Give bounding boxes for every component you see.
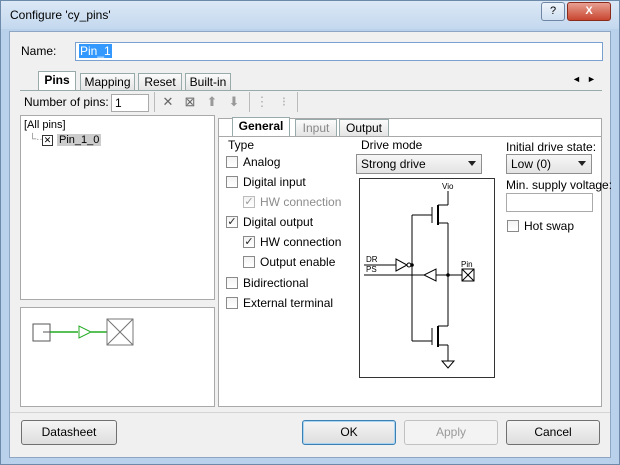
- tab-mapping[interactable]: Mapping: [80, 73, 135, 91]
- dr-label: DR: [366, 255, 378, 264]
- window-title: Configure 'cy_pins': [10, 8, 111, 22]
- min-supply-input[interactable]: [506, 193, 593, 212]
- digital-input-checkbox[interactable]: [226, 176, 238, 188]
- type-group-title: Type: [228, 138, 255, 152]
- datasheet-button[interactable]: Datasheet: [21, 420, 117, 445]
- input-hw-connection-checkbox[interactable]: ✓: [243, 196, 255, 208]
- hot-swap-checkbox[interactable]: [507, 220, 519, 232]
- schematic-svg: Vio DR PS Pin: [364, 182, 475, 369]
- help-button[interactable]: ?: [541, 2, 565, 21]
- delete-pin-icon[interactable]: ✕: [159, 93, 177, 111]
- pin-tree[interactable]: [All pins] └·· ✕ Pin_1_0: [20, 115, 215, 300]
- vio-label: Vio: [442, 182, 454, 191]
- gate-junction: [410, 263, 414, 267]
- tab-pins[interactable]: Pins: [38, 71, 76, 91]
- min-supply-label: Min. supply voltage:: [506, 178, 613, 192]
- tree-item-pin[interactable]: Pin_1_0: [57, 134, 102, 146]
- tree-root[interactable]: [All pins]: [24, 119, 66, 131]
- initial-drive-label: Initial drive state:: [506, 140, 597, 154]
- output-hw-connection-label: HW connection: [260, 235, 342, 249]
- tab-reset[interactable]: Reset: [138, 73, 182, 91]
- move-up-icon[interactable]: ⬆: [203, 93, 221, 111]
- ground-symbol: [440, 360, 456, 369]
- tab-general[interactable]: General: [232, 117, 290, 137]
- footer-divider: [10, 412, 610, 413]
- num-pins-label: Number of pins:: [24, 95, 109, 109]
- tab-built-in[interactable]: Built-in: [185, 73, 231, 91]
- dialog-body: Name: Pin_1 Pins Mapping Reset Built-in …: [9, 31, 613, 458]
- num-pins-input[interactable]: 1: [111, 94, 149, 112]
- toolbar-separator: [249, 92, 250, 112]
- ungroup-pins-icon[interactable]: ⁝: [275, 93, 293, 111]
- output-enable-label: Output enable: [260, 255, 336, 269]
- external-terminal-label: External terminal: [243, 296, 334, 310]
- output-hw-connection-checkbox[interactable]: ✓: [243, 236, 255, 248]
- analog-checkbox[interactable]: [226, 156, 238, 168]
- chevron-down-icon: [468, 161, 476, 166]
- cancel-button[interactable]: Cancel: [506, 420, 600, 445]
- close-button[interactable]: X: [567, 2, 611, 21]
- initial-drive-select[interactable]: Low (0): [506, 154, 592, 174]
- name-label: Name:: [21, 44, 57, 58]
- toolbar-separator: [297, 92, 298, 112]
- ok-button[interactable]: OK: [302, 420, 396, 445]
- preview-buffer: [78, 325, 93, 339]
- tree-connector: └··: [29, 134, 43, 145]
- bidirectional-label: Bidirectional: [243, 276, 309, 290]
- drive-mode-schematic: Vio DR PS Pin: [359, 178, 495, 378]
- drive-mode-select[interactable]: Strong drive: [356, 154, 482, 174]
- hot-swap-label: Hot swap: [524, 219, 575, 233]
- input-buffer: [395, 258, 409, 272]
- pin-label: Pin: [461, 260, 473, 269]
- output-enable-checkbox[interactable]: [243, 256, 255, 268]
- tab-input[interactable]: Input: [295, 119, 337, 137]
- tab-divider: [20, 90, 602, 91]
- apply-button[interactable]: Apply: [404, 420, 498, 445]
- group-pins-icon[interactable]: ⋮: [253, 93, 271, 111]
- name-input[interactable]: Pin_1: [75, 42, 603, 61]
- subtab-divider: [218, 136, 602, 137]
- ps-label: PS: [366, 265, 377, 274]
- digital-output-checkbox[interactable]: ✓: [226, 216, 238, 228]
- dialog-window: Configure 'cy_pins' ? X Name: Pin_1 Pins…: [0, 0, 620, 465]
- tab-output[interactable]: Output: [339, 119, 389, 137]
- name-value: Pin_1: [79, 44, 112, 58]
- preview-symbol: [32, 318, 134, 346]
- chevron-down-icon: [578, 161, 586, 166]
- pin-assign-icon[interactable]: ⊠: [181, 93, 199, 111]
- digital-input-label: Digital input: [243, 175, 306, 189]
- pin-icon: ✕: [42, 135, 53, 146]
- pin-preview: [20, 307, 215, 407]
- external-terminal-checkbox[interactable]: [226, 297, 238, 309]
- bidirectional-checkbox[interactable]: [226, 277, 238, 289]
- drive-mode-value: Strong drive: [361, 157, 426, 171]
- tab-scroll-left-icon[interactable]: ◄: [572, 74, 581, 84]
- input-hw-connection-label: HW connection: [260, 195, 342, 209]
- digital-output-label: Digital output: [243, 215, 314, 229]
- drive-mode-title: Drive mode: [361, 138, 423, 152]
- initial-drive-value: Low (0): [511, 157, 552, 171]
- analog-label: Analog: [243, 155, 281, 169]
- title-bar: Configure 'cy_pins' ? X: [1, 1, 619, 29]
- input-receiver: [422, 268, 437, 282]
- move-down-icon[interactable]: ⬇: [225, 93, 243, 111]
- toolbar-separator: [154, 92, 155, 112]
- tab-scroll-right-icon[interactable]: ►: [587, 74, 596, 84]
